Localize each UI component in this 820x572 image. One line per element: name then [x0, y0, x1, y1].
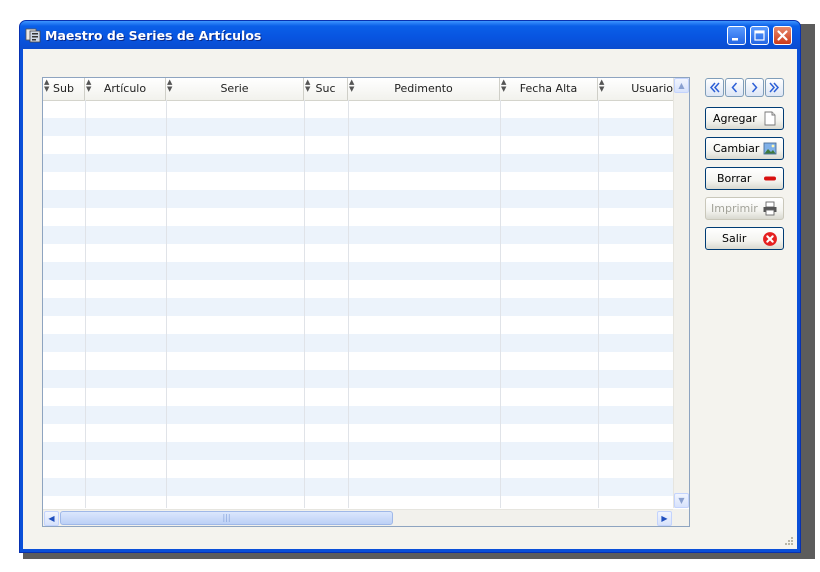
- vertical-scrollbar[interactable]: ▲ ▼: [673, 78, 689, 508]
- table-row[interactable]: [43, 460, 673, 478]
- sort-icon: ▲ ▼: [86, 78, 92, 93]
- table-row[interactable]: [43, 406, 673, 424]
- column-divider: [348, 100, 349, 508]
- grid-header: ▲ ▼ Sub ▲ ▼ Artículo ▲ ▼ Serie ▲ ▼ Suc ▲ ▼: [43, 78, 689, 101]
- close-icon: [777, 30, 788, 41]
- sort-icon: ▲ ▼: [167, 78, 173, 93]
- scroll-down-button[interactable]: ▼: [674, 493, 689, 508]
- table-row[interactable]: [43, 478, 673, 496]
- column-header-suc[interactable]: ▲ ▼ Suc: [304, 78, 348, 100]
- horizontal-scrollbar[interactable]: ◀ ||| ▶: [43, 509, 673, 526]
- column-divider: [500, 100, 501, 508]
- maximize-icon: [754, 30, 765, 41]
- maximize-button[interactable]: [750, 26, 769, 45]
- chevron-down-icon: ▼: [678, 496, 685, 505]
- chevron-double-right-icon: [769, 82, 780, 93]
- window-client-area: ▲ ▼ Sub ▲ ▼ Artículo ▲ ▼ Serie ▲ ▼ Suc ▲ ▼: [23, 49, 797, 549]
- sort-icon: ▲ ▼: [599, 78, 605, 93]
- chevron-left-icon: ◀: [48, 514, 55, 523]
- table-row[interactable]: [43, 298, 673, 316]
- previous-record-button[interactable]: [725, 78, 744, 97]
- resize-grip-icon[interactable]: [784, 536, 794, 546]
- scroll-left-button[interactable]: ◀: [44, 511, 59, 526]
- column-divider: [304, 100, 305, 508]
- column-header-serie[interactable]: ▲ ▼ Serie: [166, 78, 304, 100]
- column-divider: [166, 100, 167, 508]
- salir-button[interactable]: Salir: [705, 227, 784, 250]
- table-row[interactable]: [43, 442, 673, 460]
- table-row[interactable]: [43, 226, 673, 244]
- chevron-left-icon: [731, 82, 738, 93]
- table-row[interactable]: [43, 370, 673, 388]
- agregar-button[interactable]: Agregar: [705, 107, 784, 130]
- sort-icon: ▲ ▼: [501, 78, 507, 93]
- last-record-button[interactable]: [765, 78, 784, 97]
- title-bar[interactable]: Maestro de Series de Artículos: [20, 21, 800, 49]
- minus-icon: [764, 176, 776, 181]
- printer-icon: [763, 201, 777, 216]
- chevron-right-icon: ▶: [661, 514, 668, 523]
- table-row[interactable]: [43, 118, 673, 136]
- table-row[interactable]: [43, 424, 673, 442]
- table-row[interactable]: [43, 190, 673, 208]
- chevron-double-left-icon: [709, 82, 720, 93]
- column-divider: [598, 100, 599, 508]
- table-row[interactable]: [43, 172, 673, 190]
- series-grid[interactable]: ▲ ▼ Sub ▲ ▼ Artículo ▲ ▼ Serie ▲ ▼ Suc ▲ ▼: [42, 77, 690, 527]
- record-navigation: [705, 78, 784, 100]
- column-header-pedimento[interactable]: ▲ ▼ Pedimento: [348, 78, 500, 100]
- new-document-icon: [764, 111, 776, 126]
- table-row[interactable]: [43, 244, 673, 262]
- scroll-up-button[interactable]: ▲: [674, 78, 689, 93]
- sort-icon: ▲ ▼: [349, 78, 355, 93]
- table-row[interactable]: [43, 136, 673, 154]
- column-header-fecha-alta[interactable]: ▲ ▼ Fecha Alta: [500, 78, 598, 100]
- minimize-icon: [732, 38, 738, 41]
- picture-icon: [763, 142, 777, 155]
- table-row[interactable]: [43, 262, 673, 280]
- table-row[interactable]: [43, 208, 673, 226]
- minimize-button[interactable]: [727, 26, 746, 45]
- chevron-right-icon: [751, 82, 758, 93]
- sort-icon: ▲ ▼: [44, 78, 50, 93]
- grid-rows[interactable]: [43, 100, 673, 508]
- table-row[interactable]: [43, 280, 673, 298]
- horizontal-scroll-thumb[interactable]: |||: [60, 511, 393, 525]
- column-header-sub[interactable]: ▲ ▼ Sub: [43, 78, 85, 100]
- window-title: Maestro de Series de Artículos: [45, 28, 262, 43]
- chevron-up-icon: ▲: [678, 81, 685, 90]
- cambiar-button[interactable]: Cambiar: [705, 137, 784, 160]
- grip-icon: |||: [222, 513, 231, 522]
- next-record-button[interactable]: [745, 78, 764, 97]
- scrollbar-corner: [673, 509, 689, 526]
- table-row[interactable]: [43, 316, 673, 334]
- table-row[interactable]: [43, 352, 673, 370]
- table-row[interactable]: [43, 388, 673, 406]
- imprimir-button[interactable]: Imprimir: [705, 197, 784, 220]
- first-record-button[interactable]: [705, 78, 724, 97]
- app-icon: [25, 28, 41, 43]
- table-row[interactable]: [43, 154, 673, 172]
- borrar-button[interactable]: Borrar: [705, 167, 784, 190]
- app-window: Maestro de Series de Artículos ▲ ▼ Sub ▲…: [19, 20, 801, 553]
- column-header-articulo[interactable]: ▲ ▼ Artículo: [85, 78, 166, 100]
- table-row[interactable]: [43, 100, 673, 118]
- close-button[interactable]: [773, 26, 792, 45]
- close-circle-icon: [763, 232, 777, 246]
- table-row[interactable]: [43, 334, 673, 352]
- scroll-right-button[interactable]: ▶: [657, 511, 672, 526]
- column-divider: [85, 100, 86, 508]
- sort-icon: ▲ ▼: [305, 78, 311, 93]
